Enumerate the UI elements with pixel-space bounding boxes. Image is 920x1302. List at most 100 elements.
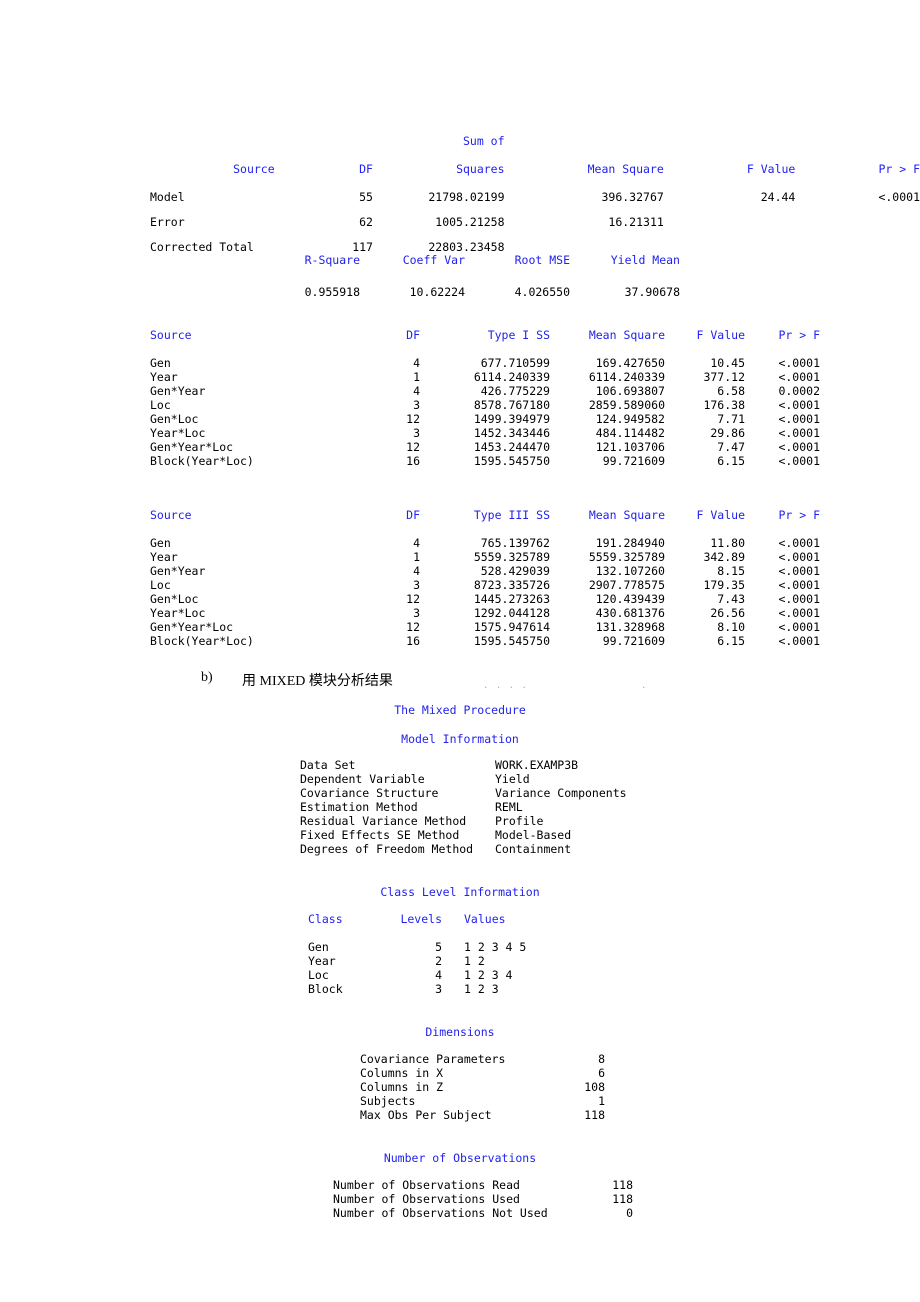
cell-ss: 426.775229 (480, 384, 550, 398)
cell-f: 24.44 (760, 190, 796, 204)
number-of-observations-title: Number of Observations (383, 1151, 537, 1165)
cell-ss: 677.710599 (480, 356, 550, 370)
cell-p: <.0001 (778, 426, 820, 440)
cell-ms: 191.284940 (595, 536, 665, 550)
cell-levels: 5 (435, 940, 442, 954)
class-level-information-title: Class Level Information (380, 885, 540, 899)
cell-p: <.0001 (778, 398, 820, 412)
cell-ss: 8578.767180 (473, 398, 550, 412)
type3-ss-grid: Source DF Type III SS Mean Square F Valu… (150, 508, 820, 648)
cell-ms: 169.427650 (595, 356, 665, 370)
fit-statistics-table: R-Square Coeff Var Root MSE Yield Mean 0… (255, 253, 680, 299)
cell-df: 3 (413, 398, 420, 412)
cell-value: Containment (495, 842, 572, 856)
cell-p: <.0001 (778, 454, 820, 468)
cell-f: 8.15 (717, 564, 745, 578)
cell-ss: 1595.545750 (473, 454, 550, 468)
table-row: Columns in X 6 (360, 1066, 605, 1080)
cell-values: 1 2 3 4 (464, 968, 513, 982)
cell-df: 4 (413, 356, 420, 370)
col-r-square: R-Square (304, 253, 360, 267)
cell-p: <.0001 (778, 620, 820, 634)
cell-levels: 4 (435, 968, 442, 982)
cell-source: Year (150, 550, 178, 564)
cell-r-square: 0.955918 (304, 285, 360, 299)
table-row: Loc 3 8723.335726 2907.778575 179.35 <.0… (150, 578, 820, 592)
cell-label: Dependent Variable (300, 772, 425, 786)
header-spacer-row (150, 342, 820, 356)
cell-value: Variance Components (495, 786, 627, 800)
cell-df: 62 (359, 215, 373, 229)
cell-source: Loc (150, 398, 171, 412)
cell-label: Estimation Method (300, 800, 418, 814)
table-row: Gen 4 765.139762 191.284940 11.80 <.0001 (150, 536, 820, 550)
col-f-value: F Value (664, 106, 795, 190)
table-row: Covariance Structure Variance Components (300, 786, 627, 800)
col-source: Source (150, 508, 192, 522)
table-row: Number of Observations Not Used 0 (333, 1206, 633, 1220)
col-type1-ss: Type I SS (487, 328, 550, 342)
cell-source: Gen*Loc (150, 592, 199, 606)
col-pr-f: Pr > F (778, 508, 820, 522)
cell-ss: 1595.545750 (473, 634, 550, 648)
col-df-label: DF (359, 162, 373, 176)
cell-f: 377.12 (703, 370, 745, 384)
cell-yield-mean: 37.90678 (624, 285, 680, 299)
table-row: Covariance Parameters 8 (360, 1052, 605, 1066)
table-row: Dependent Variable Yield (300, 772, 627, 786)
cell-df: 12 (406, 440, 420, 454)
table-row: Gen*Year 4 426.775229 106.693807 6.58 0.… (150, 384, 820, 398)
cell-p: <.0001 (778, 370, 820, 384)
col-df: DF (276, 106, 373, 190)
cell-f: 11.80 (710, 536, 745, 550)
table-row: Number of Observations Used 118 (333, 1192, 633, 1206)
table-header-row: Source DF Sum of Squares Mean Square F V… (150, 106, 920, 190)
cell-ms: 131.328968 (595, 620, 665, 634)
col-f-value: F Value (696, 328, 745, 342)
table-row: Gen*Year*Loc 12 1575.947614 131.328968 8… (150, 620, 820, 634)
col-pr-f: Pr > F (795, 106, 920, 190)
class-level-information-table: Class Levels Values Gen 5 1 2 3 4 5 Year… (308, 912, 584, 996)
cell-source: Gen*Year (150, 384, 206, 398)
model-information-table: Data Set WORK.EXAMP3B Dependent Variable… (300, 758, 627, 856)
table-row: Columns in Z 108 (360, 1080, 605, 1094)
cell-root-mse: 4.026550 (514, 285, 570, 299)
cell-df: 55 (359, 190, 373, 204)
cell-p: <.0001 (778, 412, 820, 426)
mixed-procedure-title: The Mixed Procedure (394, 703, 526, 717)
cell-f: 6.58 (717, 384, 745, 398)
col-df: DF (406, 508, 420, 522)
cell-df: 3 (413, 578, 420, 592)
cell-p: <.0001 (778, 634, 820, 648)
scan-artifact-dots: . . . . (483, 681, 528, 691)
cell-label: Columns in Z (360, 1080, 444, 1094)
cell-value: 8 (598, 1052, 605, 1066)
cell-label: Max Obs Per Subject (360, 1108, 492, 1122)
cell-levels: 3 (435, 982, 442, 996)
cell-f: 10.45 (710, 356, 745, 370)
cell-df: 12 (406, 412, 420, 426)
cell-f (664, 240, 796, 265)
cell-f: 7.43 (717, 592, 745, 606)
cell-df: 16 (406, 634, 420, 648)
cell-source: Gen (150, 356, 171, 370)
cell-f (664, 215, 796, 240)
model-information-grid: Data Set WORK.EXAMP3B Dependent Variable… (300, 758, 627, 856)
cell-source: Year*Loc (150, 606, 206, 620)
col-ss-line2: Squares (456, 162, 505, 176)
cell-levels: 2 (435, 954, 442, 968)
table-header-row: Source DF Type I SS Mean Square F Value … (150, 328, 820, 342)
model-information-title: Model Information (401, 732, 519, 746)
number-of-observations-grid: Number of Observations Read 118 Number o… (333, 1178, 633, 1220)
type3-ss-table: Source DF Type III SS Mean Square F Valu… (150, 508, 820, 648)
col-sum-of-squares: Sum of Squares (373, 106, 505, 190)
cell-p: <.0001 (778, 356, 820, 370)
cell-value: Model-Based (495, 828, 572, 842)
cell-p: <.0001 (778, 536, 820, 550)
table-row: Estimation Method REML (300, 800, 627, 814)
table-row: Gen*Loc 12 1445.273263 120.439439 7.43 <… (150, 592, 820, 606)
cell-value: Profile (495, 814, 544, 828)
col-df: DF (406, 328, 420, 342)
table-row: Error 62 1005.21258 16.21311 (150, 215, 920, 240)
table-row: Data Set WORK.EXAMP3B (300, 758, 627, 772)
